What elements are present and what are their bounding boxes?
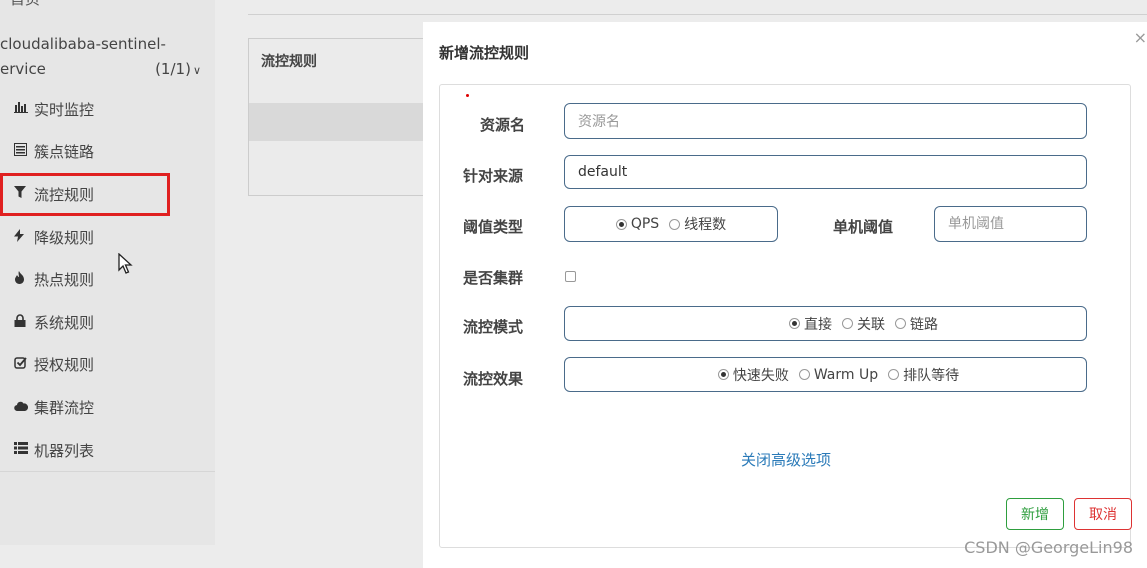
cluster-label: 是否集群 [463, 269, 524, 287]
sidebar-item-cluster-link[interactable]: 簇点链路 [0, 131, 215, 174]
sidebar-item-label: 降级规则 [34, 228, 95, 247]
service-name-line2: ervice [0, 60, 46, 78]
fire-icon [14, 271, 34, 288]
table-row [249, 103, 437, 141]
bar-chart-icon [14, 101, 34, 117]
dialog-title: 新增流控规则 [439, 44, 530, 62]
panel-title: 流控规则 [261, 54, 317, 70]
radio-chain[interactable]: 链路 [895, 314, 938, 334]
source-label: 针对来源 [463, 167, 524, 185]
single-threshold-input[interactable]: 单机阈值 [934, 206, 1087, 242]
radio-label: 线程数 [684, 217, 727, 233]
service-name-line1: cloudalibaba-sentinel- [0, 35, 166, 53]
threshold-type-group: QPS 线程数 [564, 206, 778, 242]
cancel-button[interactable]: 取消 [1074, 498, 1132, 530]
chevron-down-icon[interactable]: ∨ [193, 64, 201, 77]
sidebar-item-label: 机器列表 [34, 441, 95, 460]
lock-icon [14, 314, 34, 331]
toggle-advanced-options-link[interactable]: 关闭高级选项 [440, 449, 1132, 470]
sidebar-item-label: 授权规则 [34, 356, 95, 375]
sidebar-item-system-rules[interactable]: 系统规则 [0, 301, 215, 344]
sidebar-item-label: 热点规则 [34, 271, 95, 290]
radio-dot[interactable] [615, 218, 627, 230]
dialog-form: 资源名 资源名 针对来源 default 阈值类型 QPS 线程数 单机阈值 单… [439, 84, 1131, 548]
sidebar-item-label: 集群流控 [34, 398, 95, 417]
flow-rules-panel: 流控规则 [248, 38, 438, 196]
resource-input[interactable]: 资源名 [564, 103, 1087, 139]
sidebar-item-label: 簇点链路 [34, 143, 95, 162]
home-label[interactable]: 首页 [10, 0, 40, 9]
sidebar-item-label: 系统规则 [34, 313, 95, 332]
radio-label: 关联 [857, 316, 885, 333]
radio-label: 排队等待 [903, 367, 960, 384]
single-threshold-placeholder: 单机阈值 [948, 216, 1004, 232]
required-marker [466, 94, 469, 97]
sidebar-item-label: 流控规则 [34, 185, 95, 204]
close-icon[interactable]: × [1134, 28, 1147, 47]
radio-queue[interactable]: 排队等待 [888, 365, 959, 385]
add-flow-rule-dialog: 新增流控规则 × 资源名 资源名 针对来源 default 阈值类型 QPS 线… [423, 22, 1147, 568]
service-selector[interactable]: cloudalibaba-sentinel- ervice (1/1) ∨ [0, 32, 215, 83]
add-button[interactable]: 新增 [1006, 498, 1064, 530]
sidebar-item-cluster-flow[interactable]: 集群流控 [0, 386, 215, 429]
radio-associate[interactable]: 关联 [842, 314, 885, 334]
source-value: default [578, 164, 628, 180]
th-list-icon [14, 442, 34, 458]
radio-label: 直接 [804, 316, 832, 333]
list-icon [14, 143, 34, 160]
cluster-checkbox[interactable] [565, 271, 576, 282]
check-square-icon [14, 356, 34, 373]
radio-dot[interactable] [717, 369, 729, 380]
resource-placeholder: 资源名 [578, 114, 620, 130]
radio-qps[interactable]: QPS [615, 216, 660, 232]
service-count: (1/1) [155, 60, 191, 78]
radio-dot[interactable] [895, 318, 906, 329]
sidebar-menu: 实时监控 簇点链路 流控规则 降级规则 热点规则 系统规则 授权规则 集群流控 … [0, 88, 215, 471]
radio-label: 链路 [910, 316, 938, 333]
sidebar-item-auth-rules[interactable]: 授权规则 [0, 344, 215, 387]
sidebar-item-degrade-rules[interactable]: 降级规则 [0, 216, 215, 259]
flow-mode-label: 流控模式 [463, 318, 524, 336]
cloud-icon [14, 400, 34, 415]
radio-dot[interactable] [789, 318, 800, 329]
single-threshold-label: 单机阈值 [833, 218, 894, 236]
filter-icon [14, 185, 34, 203]
flow-effect-label: 流控效果 [463, 370, 524, 388]
resource-label: 资源名 [480, 116, 526, 134]
radio-thread-count[interactable]: 线程数 [669, 214, 726, 234]
radio-label: 快速失败 [732, 367, 789, 384]
mouse-cursor-icon [118, 252, 134, 279]
bolt-icon [14, 228, 34, 246]
sidebar-divider [0, 471, 215, 472]
sidebar-item-label: 实时监控 [34, 100, 95, 119]
main-header-divider [248, 14, 1147, 15]
radio-dot[interactable] [669, 218, 681, 230]
radio-warm-up[interactable]: Warm Up [798, 366, 879, 383]
flow-effect-group: 快速失败 Warm Up 排队等待 [564, 357, 1087, 392]
radio-label: Warm Up [813, 366, 879, 383]
radio-label: QPS [630, 216, 660, 232]
threshold-type-label: 阈值类型 [463, 218, 524, 236]
radio-dot[interactable] [888, 369, 900, 380]
sidebar-item-flow-rules[interactable]: 流控规则 [0, 173, 170, 216]
sidebar: 首页 cloudalibaba-sentinel- ervice (1/1)∨ … [0, 0, 215, 545]
radio-dot[interactable] [842, 318, 853, 329]
radio-fast-fail[interactable]: 快速失败 [717, 365, 789, 385]
sidebar-item-hotspot-rules[interactable]: 热点规则 [0, 258, 215, 301]
radio-dot[interactable] [798, 369, 810, 380]
flow-mode-group: 直接 关联 链路 [564, 306, 1087, 341]
sidebar-item-machine-list[interactable]: 机器列表 [0, 429, 215, 472]
source-input[interactable]: default [564, 155, 1087, 189]
sidebar-item-realtime-monitor[interactable]: 实时监控 [0, 88, 215, 131]
watermark: CSDN @GeorgeLin98 [964, 538, 1133, 557]
radio-direct[interactable]: 直接 [789, 314, 832, 334]
